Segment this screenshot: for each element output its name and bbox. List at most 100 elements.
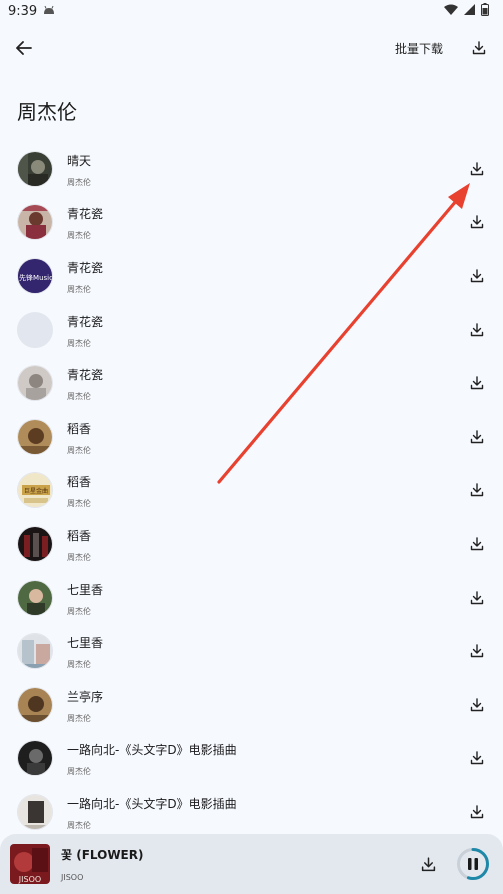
status-bar: 9:39 bbox=[0, 0, 503, 22]
play-pause-button[interactable] bbox=[456, 847, 490, 881]
song-download-button[interactable] bbox=[468, 749, 486, 767]
now-playing-download-button[interactable] bbox=[418, 854, 438, 874]
pause-icon bbox=[468, 858, 478, 870]
song-artist: 周杰伦 bbox=[67, 231, 91, 241]
song-row[interactable]: 先锋Music 青花瓷 周杰伦 bbox=[0, 249, 503, 303]
cover-text: JISOO bbox=[18, 875, 41, 884]
download-icon bbox=[470, 698, 484, 711]
page-title: 周杰伦 bbox=[17, 100, 77, 124]
download-icon bbox=[470, 590, 484, 604]
download-icon bbox=[472, 41, 486, 55]
song-row[interactable]: 七里香 周杰伦 bbox=[0, 571, 503, 625]
cover-text: 先锋Music bbox=[19, 273, 53, 282]
cover-text: 巨星金曲 bbox=[24, 487, 48, 495]
song-download-button[interactable] bbox=[468, 374, 486, 392]
song-row[interactable]: 兰亭序 周杰伦 bbox=[0, 678, 503, 732]
song-title: 青花瓷 bbox=[67, 207, 104, 222]
song-title: 一路向北-《头文字D》电影插曲 bbox=[67, 796, 237, 811]
song-artist: 周杰伦 bbox=[67, 338, 91, 348]
song-download-button[interactable] bbox=[468, 267, 486, 285]
album-cover-placeholder bbox=[17, 311, 53, 348]
song-row[interactable]: 稻香 周杰伦 bbox=[0, 410, 503, 464]
album-cover bbox=[17, 204, 53, 241]
download-icon bbox=[470, 215, 484, 229]
song-download-button[interactable] bbox=[468, 696, 486, 714]
song-artist: 周杰伦 bbox=[67, 284, 91, 294]
download-icon bbox=[470, 162, 484, 175]
signal-icon bbox=[464, 3, 475, 19]
song-download-button[interactable] bbox=[468, 213, 486, 231]
song-download-button[interactable] bbox=[468, 535, 486, 553]
song-title: 一路向北-《头文字D》电影插曲 bbox=[67, 743, 237, 758]
album-cover bbox=[17, 579, 53, 616]
song-list: 晴天 周杰伦 青花瓷 周杰伦 先锋Music 青花瓷 周杰伦 青花瓷 周杰伦 青… bbox=[0, 142, 503, 839]
batch-download-button[interactable]: 批量下载 bbox=[395, 40, 443, 57]
song-row[interactable]: 晴天 周杰伦 bbox=[0, 142, 503, 196]
album-cover bbox=[17, 418, 53, 455]
download-icon bbox=[470, 483, 484, 497]
song-row[interactable]: 巨星金曲 稻香 周杰伦 bbox=[0, 464, 503, 518]
download-icon bbox=[470, 322, 484, 336]
song-artist: 周杰伦 bbox=[67, 552, 91, 562]
song-title: 稻香 bbox=[67, 528, 92, 543]
song-artist: 周杰伦 bbox=[67, 445, 91, 455]
song-title: 兰亭序 bbox=[67, 689, 104, 704]
battery-icon bbox=[481, 2, 489, 20]
back-button[interactable] bbox=[12, 36, 36, 60]
download-icon bbox=[470, 805, 484, 819]
song-download-button[interactable] bbox=[468, 160, 486, 178]
album-cover bbox=[17, 740, 53, 777]
album-cover bbox=[17, 633, 53, 670]
song-artist: 周杰伦 bbox=[67, 606, 91, 616]
song-row[interactable]: 一路向北-《头文字D》电影插曲 周杰伦 bbox=[0, 785, 503, 839]
song-artist: 周杰伦 bbox=[67, 713, 91, 723]
song-download-button[interactable] bbox=[468, 321, 486, 339]
song-row[interactable]: 青花瓷 周杰伦 bbox=[0, 196, 503, 250]
song-title: 青花瓷 bbox=[67, 260, 104, 275]
wifi-icon bbox=[444, 4, 458, 19]
download-icon bbox=[470, 537, 484, 551]
song-title: 稻香 bbox=[67, 421, 92, 436]
song-row[interactable]: 青花瓷 周杰伦 bbox=[0, 356, 503, 410]
song-row[interactable]: 稻香 周杰伦 bbox=[0, 517, 503, 571]
now-playing-artist: JISOO bbox=[61, 873, 84, 882]
song-artist: 周杰伦 bbox=[67, 660, 91, 670]
download-all-button[interactable] bbox=[467, 36, 491, 60]
android-icon bbox=[43, 4, 55, 19]
app-bar: 批量下载 bbox=[0, 28, 503, 68]
album-cover bbox=[17, 365, 53, 402]
song-download-button[interactable] bbox=[468, 589, 486, 607]
arrow-left-icon bbox=[16, 41, 32, 55]
download-icon bbox=[470, 644, 484, 658]
download-icon bbox=[470, 269, 484, 283]
song-download-button[interactable] bbox=[468, 642, 486, 660]
album-cover bbox=[17, 793, 53, 830]
album-cover bbox=[17, 150, 53, 187]
download-icon bbox=[470, 376, 484, 390]
download-icon bbox=[470, 751, 484, 765]
album-cover: 巨星金曲 bbox=[17, 472, 53, 509]
mini-player[interactable]: JISOO 꽃 (FLOWER) JISOO bbox=[0, 834, 503, 894]
song-title: 青花瓷 bbox=[67, 314, 104, 329]
song-artist: 周杰伦 bbox=[67, 820, 91, 830]
song-title: 青花瓷 bbox=[67, 368, 104, 383]
song-artist: 周杰伦 bbox=[67, 392, 91, 402]
album-cover: 先锋Music bbox=[17, 257, 53, 294]
song-title: 晴天 bbox=[67, 153, 92, 168]
song-row[interactable]: 青花瓷 周杰伦 bbox=[0, 303, 503, 357]
song-row[interactable]: 一路向北-《头文字D》电影插曲 周杰伦 bbox=[0, 732, 503, 786]
song-title: 稻香 bbox=[67, 475, 92, 490]
status-time: 9:39 bbox=[8, 3, 38, 19]
album-cover bbox=[17, 686, 53, 723]
download-icon bbox=[421, 856, 435, 871]
song-artist: 周杰伦 bbox=[67, 499, 91, 509]
song-artist: 周杰伦 bbox=[67, 767, 91, 777]
song-artist: 周杰伦 bbox=[67, 177, 91, 187]
song-row[interactable]: 七里香 周杰伦 bbox=[0, 624, 503, 678]
song-download-button[interactable] bbox=[468, 481, 486, 499]
album-cover bbox=[17, 525, 53, 562]
download-icon bbox=[470, 430, 484, 443]
song-download-button[interactable] bbox=[468, 428, 486, 446]
mini-player-cover: JISOO bbox=[10, 844, 50, 884]
song-download-button[interactable] bbox=[468, 803, 486, 821]
